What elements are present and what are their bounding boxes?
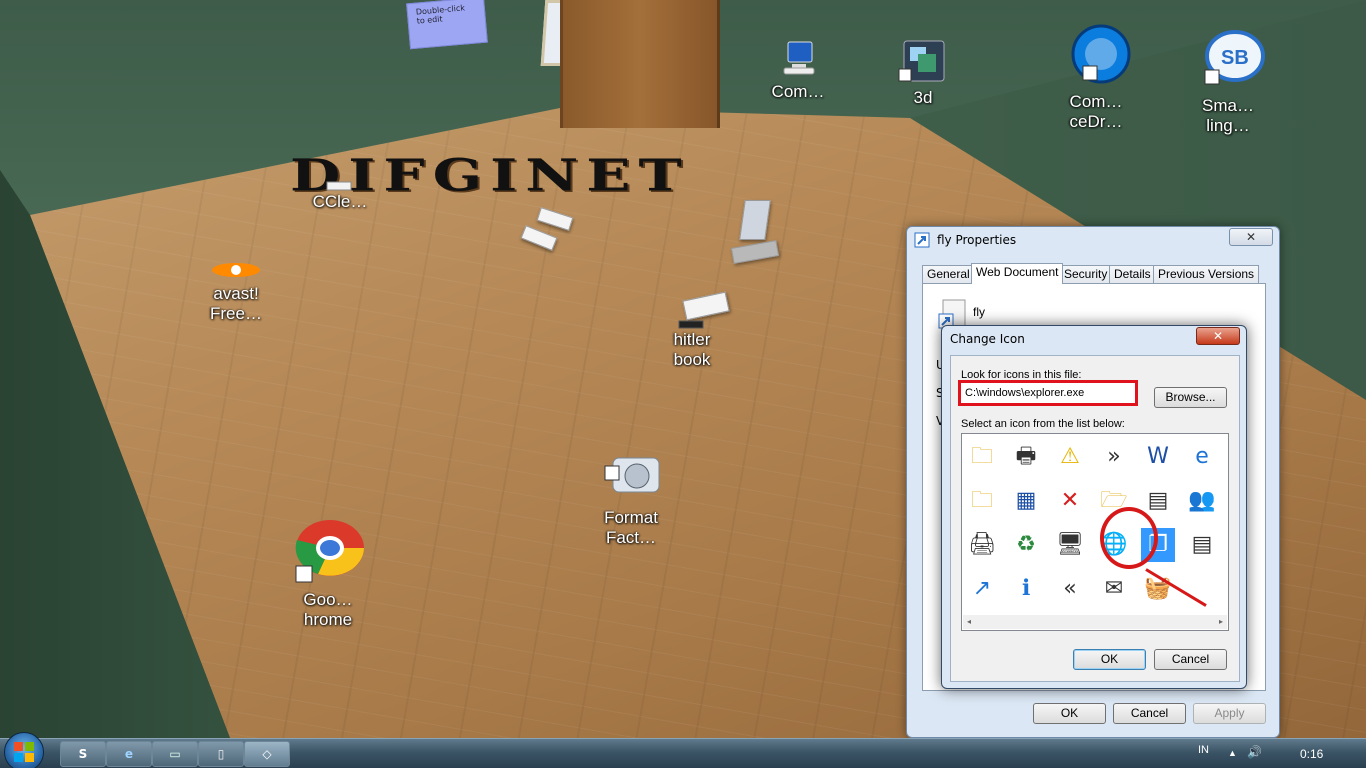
change-icon-close-button[interactable]: ✕ — [1196, 327, 1240, 345]
select-icon-label: Select an icon from the list below: — [961, 418, 1125, 430]
change-icon-title: Change Icon — [950, 332, 1025, 346]
taskbar-usb-button[interactable]: ▯ — [198, 741, 244, 767]
file-name: fly — [973, 305, 985, 319]
horizontal-scrollbar[interactable]: ◂ ▸ — [963, 615, 1227, 629]
mail-icon[interactable]: ✉ — [1097, 572, 1131, 606]
tab-web-document[interactable]: Web Document — [971, 263, 1064, 284]
taskbar-3d-button[interactable]: ◇ — [244, 741, 290, 767]
printer-help-icon[interactable]: 🖶 — [1009, 440, 1043, 474]
desktop-icon-hitler-book[interactable]: hitler book — [644, 320, 740, 370]
warning-icon[interactable]: ⚠ — [1053, 440, 1087, 474]
properties-cancel-button[interactable]: Cancel — [1113, 703, 1186, 724]
arrow-document-icon[interactable]: ↗ — [965, 572, 999, 606]
commandrive-icon — [1071, 24, 1131, 84]
info-icon[interactable]: ℹ — [1009, 572, 1043, 606]
scroll-left-icon[interactable]: ◂ — [967, 617, 971, 626]
google-chrome-icon — [295, 520, 364, 583]
sticky-note[interactable]: Double-click to edit — [406, 0, 488, 50]
tab-general[interactable]: General — [922, 265, 975, 283]
3d-desktop-icon — [898, 40, 945, 82]
browser-icon: e — [124, 747, 134, 761]
internet-explorer-icon[interactable]: e — [1185, 440, 1219, 474]
desktop-icon-label: Sma… ling… — [1202, 96, 1254, 135]
properties-title: fly Properties — [937, 233, 1017, 247]
taskbar-browser-button[interactable]: e — [106, 741, 152, 767]
taskbar-window-button[interactable]: ▭ — [152, 741, 198, 767]
properties-ok-button[interactable]: OK — [1033, 703, 1106, 724]
printer-icon[interactable]: 🖨 — [965, 528, 999, 562]
wooden-door — [560, 0, 720, 128]
taskbar: S e ▭ ▯ ◇ IN ▲ 🔊 0:16 — [0, 732, 1366, 768]
start-button[interactable] — [4, 732, 44, 768]
folder-up-icon[interactable]: 🗀 — [965, 484, 999, 518]
svg-text:SB: SB — [1221, 47, 1249, 69]
desktop-icon-label: Com… — [771, 82, 825, 101]
recycle-bin-icon[interactable]: ♻ — [1009, 528, 1043, 562]
change-icon-cancel-button[interactable]: Cancel — [1154, 649, 1227, 670]
document-icon[interactable]: W — [1141, 440, 1175, 474]
show-hidden-icons-icon[interactable]: ▲ — [1228, 748, 1237, 758]
clock[interactable]: 0:16 — [1300, 747, 1323, 761]
desktop-icon-smartsb[interactable]: SB Sma… ling… — [1180, 26, 1276, 136]
browse-button[interactable]: Browse... — [1154, 387, 1227, 408]
desktop-icon-format-factory[interactable]: Format Fact… — [583, 452, 679, 548]
sticky-note-text: Double-click to edit — [415, 3, 466, 26]
ccleaner-icon — [326, 181, 352, 191]
change-icon-ok-button[interactable]: OK — [1073, 649, 1146, 670]
desktop-icon-avast[interactable]: avast! Free… — [188, 258, 284, 324]
properties-apply-button[interactable]: Apply — [1193, 703, 1266, 724]
desktop-icon-label: Com… ceDr… — [1069, 92, 1123, 131]
icon-file-path-input[interactable]: C:\windows\explorer.exe — [958, 380, 1138, 406]
icon-list[interactable]: ◂ ▸ 🗀 🖶 ⚠» We 🗀 ▦ ✕ 🗁 ▤ 👥 🖨 ♻ 🖥 🌐 ❐ ▤ ↗ ℹ «✉ 🧺 — [961, 433, 1229, 631]
desktop-icon-label: avast! Free… — [210, 284, 262, 323]
computer-icon — [783, 41, 815, 75]
desktop-icon-label: hitler book — [673, 330, 711, 369]
usb-drive-icon: ▯ — [217, 747, 225, 761]
scroll-right-icon[interactable]: ▸ — [1219, 617, 1223, 626]
computer-icon[interactable]: 🖥 — [1053, 528, 1087, 562]
web-shortcut-icon — [914, 232, 930, 248]
document-list-icon[interactable]: ▤ — [1185, 528, 1219, 562]
desktop-icon-computer[interactable]: Com… — [750, 38, 846, 102]
windows-logo-icon — [14, 742, 34, 762]
desktop-icon-google-chrome[interactable]: Goo… hrome — [280, 516, 376, 630]
language-indicator[interactable]: IN — [1198, 744, 1209, 756]
folder-icon[interactable]: 🗀 — [965, 440, 999, 474]
desktop-icon-label: Goo… hrome — [303, 590, 353, 629]
desktop-icon-label: CCle… — [312, 192, 368, 211]
smartsb-icon: SB — [1204, 30, 1265, 85]
desktop-icon-commandrive[interactable]: Com… ceDr… — [1048, 22, 1144, 132]
skype-icon: S — [78, 747, 88, 761]
change-icon-dialog: Change Icon ✕ Look for icons in this fil… — [941, 325, 1247, 689]
desktop-icon-3d[interactable]: 3d — [875, 38, 971, 108]
avast-icon — [212, 263, 260, 277]
3d-desktop-icon: ◇ — [262, 747, 272, 761]
desktop-icon-label: Format Fact… — [604, 508, 658, 547]
desktop-icon-ccleaner[interactable]: CCle… — [292, 180, 388, 212]
tab-details[interactable]: Details — [1109, 265, 1156, 283]
control-panel-icon[interactable]: ▦ — [1009, 484, 1043, 518]
properties-close-button[interactable]: ✕ — [1229, 228, 1273, 246]
users-icon[interactable]: 👥 — [1185, 484, 1219, 518]
desktop-icon-label: 3d — [913, 88, 933, 107]
format-factory-icon — [604, 457, 660, 493]
change-icon-content: Look for icons in this file: C:\windows\… — [950, 355, 1240, 682]
volume-icon[interactable]: 🔊 — [1247, 745, 1262, 759]
double-chevron-left-icon[interactable]: « — [1053, 572, 1087, 606]
error-icon[interactable]: ✕ — [1053, 484, 1087, 518]
properties-titlebar[interactable]: fly Properties ✕ — [907, 227, 1279, 253]
taskbar-skype-button[interactable]: S — [60, 741, 106, 767]
tab-previous-versions[interactable]: Previous Versions — [1153, 265, 1260, 283]
book-icon — [678, 320, 704, 329]
tab-security[interactable]: Security — [1059, 265, 1113, 283]
double-chevron-right-icon[interactable]: » — [1097, 440, 1131, 474]
window-switcher-icon: ▭ — [169, 747, 181, 761]
annotation-circle — [1100, 507, 1158, 569]
change-icon-titlebar[interactable]: Change Icon ✕ — [942, 326, 1246, 352]
